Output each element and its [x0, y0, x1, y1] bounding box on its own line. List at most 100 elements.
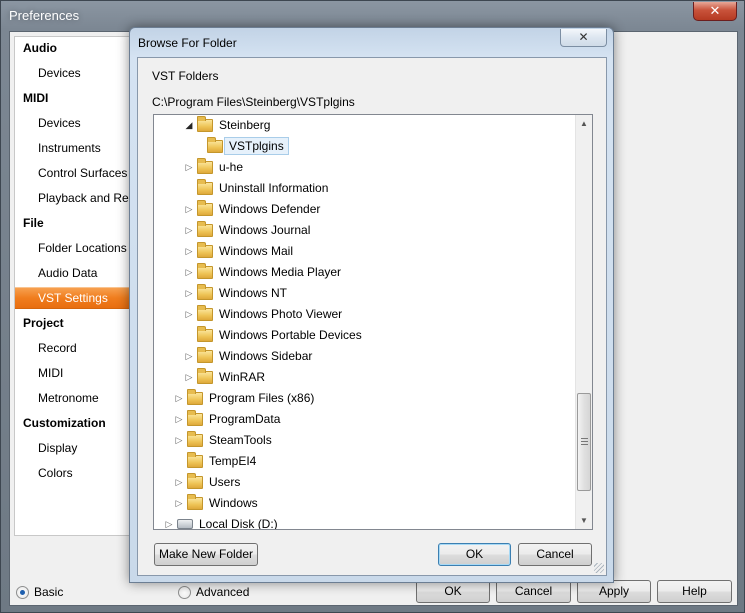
dialog-description: VST Folders: [152, 69, 219, 83]
expand-arrow-icon[interactable]: ▷: [174, 477, 184, 488]
folder-tree[interactable]: ◢ Steinberg VSTplgins ▷ u-he Uninstall Inform…: [153, 114, 593, 530]
folder-icon: [197, 115, 213, 132]
expand-arrow-icon[interactable]: ▷: [184, 225, 194, 236]
tree-item[interactable]: ▷ Windows Defender: [184, 199, 320, 219]
folder-icon: [187, 472, 203, 489]
expand-arrow-icon[interactable]: ▷: [174, 393, 184, 404]
tree-item[interactable]: VSTplgins: [194, 136, 289, 156]
tree-item-label: ProgramData: [209, 412, 281, 426]
tree-item-label: Windows: [209, 496, 258, 510]
collapse-arrow-icon[interactable]: ◢: [184, 120, 194, 131]
sidebar-item-control-surfaces[interactable]: Control Surfaces: [38, 166, 127, 180]
tree-item[interactable]: ▷ WinRAR: [184, 367, 265, 387]
tree-item[interactable]: ▷ Local Disk (D:): [164, 514, 278, 530]
tree-item[interactable]: ▷ ProgramData: [174, 409, 280, 429]
tree-item[interactable]: TempEI4: [174, 451, 256, 471]
folder-icon: [187, 493, 203, 510]
sidebar-item-playback-and-reco[interactable]: Playback and Reco: [38, 191, 141, 205]
folder-icon: [197, 178, 213, 195]
grip-icon: [581, 438, 588, 445]
sidebar-item-display[interactable]: Display: [38, 441, 77, 455]
tree-item[interactable]: ▷ SteamTools: [174, 430, 272, 450]
tree-item[interactable]: ▷ u-he: [184, 157, 243, 177]
tree-item-label: Windows Portable Devices: [219, 328, 362, 342]
close-button[interactable]: ✕: [693, 2, 737, 21]
basic-radio[interactable]: Basic: [16, 585, 63, 599]
sidebar-item-folder-locations[interactable]: Folder Locations: [38, 241, 127, 255]
tree-item[interactable]: Windows Portable Devices: [184, 325, 362, 345]
scroll-down-icon[interactable]: ▼: [576, 512, 592, 529]
sidebar-section-project: Project: [23, 316, 64, 330]
dialog-client-area: VST Folders C:\Program Files\Steinberg\V…: [137, 57, 607, 576]
tree-item-label: TempEI4: [209, 454, 257, 468]
expand-arrow-icon[interactable]: ▷: [174, 498, 184, 509]
sidebar-item-midi[interactable]: MIDI: [38, 366, 63, 380]
preferences-sidebar: Audio Devices MIDI Devices Instruments Contro…: [14, 36, 141, 536]
make-new-folder-button[interactable]: Make New Folder: [154, 543, 258, 566]
tree-item-label: Windows Journal: [219, 223, 311, 237]
folder-icon: [207, 136, 223, 153]
radio-unselected-icon: [178, 585, 191, 599]
vertical-scrollbar[interactable]: ▲ ▼: [575, 115, 592, 529]
sidebar-section-audio: Audio: [23, 41, 57, 55]
scroll-up-icon[interactable]: ▲: [576, 115, 592, 132]
tree-item[interactable]: ▷ Windows Sidebar: [184, 346, 312, 366]
tree-item[interactable]: ▷ Windows: [174, 493, 258, 513]
folder-icon: [187, 388, 203, 405]
tree-item[interactable]: ▷ Windows NT: [184, 283, 287, 303]
resize-grip-icon[interactable]: [594, 563, 604, 573]
dialog-cancel-button[interactable]: Cancel: [518, 543, 592, 566]
expand-arrow-icon[interactable]: ▷: [184, 309, 194, 320]
sidebar-item-audio-data[interactable]: Audio Data: [38, 266, 97, 280]
tree-item-label: u-he: [219, 160, 244, 174]
tree-item-label: WinRAR: [219, 370, 266, 384]
tree-item[interactable]: ▷ Windows Media Player: [184, 262, 341, 282]
folder-icon: [197, 325, 213, 342]
tree-item[interactable]: ▷ Windows Photo Viewer: [184, 304, 342, 324]
tree-item-label: Windows NT: [219, 286, 288, 300]
folder-icon: [187, 409, 203, 426]
expand-arrow-icon[interactable]: ▷: [174, 414, 184, 425]
tree-item-label: Program Files (x86): [209, 391, 315, 405]
tree-item-label: SteamTools: [209, 433, 272, 447]
help-button[interactable]: Help: [657, 580, 732, 603]
ok-button[interactable]: OK: [416, 580, 490, 603]
expand-arrow-icon[interactable]: ▷: [184, 246, 194, 257]
advanced-radio-label: Advanced: [196, 585, 250, 599]
dialog-ok-button[interactable]: OK: [438, 543, 511, 566]
tree-item-label: Users: [209, 475, 241, 489]
apply-button[interactable]: Apply: [577, 580, 651, 603]
tree-item-label: Windows Photo Viewer: [219, 307, 343, 321]
drive-icon: [177, 519, 193, 529]
expand-arrow-icon[interactable]: ▷: [174, 435, 184, 446]
sidebar-item-metronome[interactable]: Metronome: [38, 391, 99, 405]
folder-icon: [197, 304, 213, 321]
expand-arrow-icon[interactable]: ▷: [184, 204, 194, 215]
tree-item-label: Local Disk (D:): [199, 517, 278, 530]
sidebar-item-colors[interactable]: Colors: [38, 466, 73, 480]
expand-arrow-icon[interactable]: ▷: [184, 351, 194, 362]
folder-icon: [197, 283, 213, 300]
sidebar-item-devices[interactable]: Devices: [38, 116, 81, 130]
expand-arrow-icon[interactable]: ▷: [184, 288, 194, 299]
expand-arrow-icon[interactable]: ▷: [184, 162, 194, 173]
sidebar-item-devices[interactable]: Devices: [38, 66, 81, 80]
advanced-radio[interactable]: Advanced: [178, 585, 249, 599]
tree-item[interactable]: ▷ Users: [174, 472, 240, 492]
sidebar-item-vst-settings[interactable]: VST Settings: [15, 287, 137, 309]
scrollbar-thumb[interactable]: [577, 393, 591, 491]
tree-item[interactable]: Uninstall Information: [184, 178, 328, 198]
tree-item[interactable]: ▷ Program Files (x86): [174, 388, 314, 408]
expand-arrow-icon[interactable]: ▷: [184, 372, 194, 383]
sidebar-item-instruments[interactable]: Instruments: [38, 141, 101, 155]
expand-arrow-icon[interactable]: ▷: [184, 267, 194, 278]
tree-item[interactable]: ▷ Windows Journal: [184, 220, 310, 240]
tree-item[interactable]: ◢ Steinberg: [184, 115, 270, 135]
dialog-close-button[interactable]: ✕: [560, 29, 607, 47]
expand-arrow-icon[interactable]: ▷: [164, 519, 174, 530]
sidebar-item-record[interactable]: Record: [38, 341, 77, 355]
folder-icon: [187, 451, 203, 468]
sidebar-section-customization: Customization: [23, 416, 106, 430]
cancel-button[interactable]: Cancel: [496, 580, 571, 603]
tree-item[interactable]: ▷ Windows Mail: [184, 241, 293, 261]
